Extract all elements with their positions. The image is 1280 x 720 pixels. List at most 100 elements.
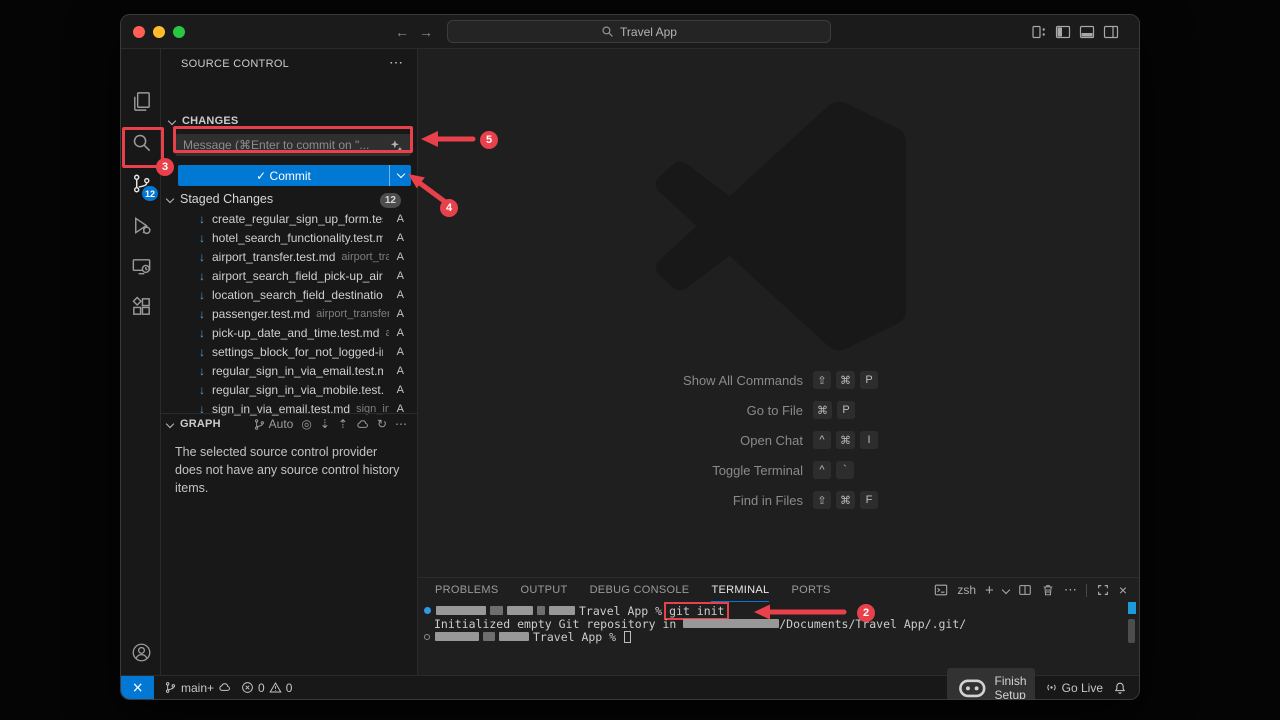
key-shift: ⇧ [813, 491, 831, 509]
minimize-window-button[interactable] [153, 26, 165, 38]
bell-icon[interactable] [1113, 681, 1127, 695]
vscode-window: ← → Travel App [120, 14, 1140, 700]
sidebar-more-icon[interactable]: ⋯ [389, 54, 403, 71]
staged-file-row[interactable]: ↓create_regular_sign_up_form.test.mdA [161, 209, 418, 228]
problems-status-item[interactable]: 0 0 [241, 681, 292, 695]
new-terminal-icon[interactable]: + [985, 582, 994, 599]
staged-file-row[interactable]: ↓regular_sign_in_via_email.test.mdsi...A [161, 361, 418, 380]
key-cmd: ⌘ [836, 491, 855, 509]
panel-more-icon[interactable]: ⋯ [1064, 582, 1077, 598]
bottom-panel: PROBLEMS OUTPUT DEBUG CONSOLE TERMINAL P… [418, 577, 1140, 677]
graph-more-icon[interactable]: ⋯ [395, 417, 407, 431]
staged-file-row[interactable]: ↓hotel_search_functionality.test.mdA [161, 228, 418, 247]
tab-terminal[interactable]: TERMINAL [711, 579, 769, 602]
git-status-added: A [397, 327, 404, 339]
key-backtick: ` [836, 461, 854, 479]
commit-message-input[interactable]: Message (⌘Enter to commit on "... [175, 134, 411, 156]
terminal-prompt: Travel App % [533, 630, 616, 644]
run-debug-icon[interactable] [121, 205, 161, 245]
toggle-panel-icon[interactable] [1079, 24, 1095, 40]
staged-file-icon: ↓ [199, 212, 212, 226]
tab-debug-console[interactable]: DEBUG CONSOLE [590, 579, 690, 601]
accounts-icon[interactable] [121, 632, 161, 672]
zoom-window-button[interactable] [173, 26, 185, 38]
shortcut-row: Find in Files ⇧⌘F [418, 485, 1140, 515]
cloud-icon[interactable] [356, 418, 369, 431]
maximize-panel-icon[interactable] [1096, 583, 1110, 597]
commit-button-label: Commit [270, 169, 311, 183]
tab-problems[interactable]: PROBLEMS [435, 579, 499, 601]
staged-file-icon: ↓ [199, 288, 212, 302]
extensions-icon[interactable] [121, 286, 161, 326]
staged-file-row[interactable]: ↓airport_search_field_pick-up_airpor...A [161, 266, 418, 285]
target-icon[interactable]: ◎ [301, 417, 311, 431]
terminal-output: Initialized empty Git repository in [434, 617, 683, 631]
terminal-prompt: Travel App % [579, 604, 662, 618]
customize-layout-icon[interactable] [1031, 24, 1047, 40]
scm-count-badge: 12 [142, 186, 158, 201]
staged-changes-header[interactable]: Staged Changes [167, 192, 412, 206]
staged-file-row[interactable]: ↓airport_transfer.test.mdairport_trans..… [161, 247, 418, 266]
explorer-icon[interactable] [121, 81, 161, 121]
staged-file-row[interactable]: ↓pick-up_date_and_time.test.mdairp...A [161, 323, 418, 342]
redacted-text [435, 632, 479, 641]
commit-dropdown-button[interactable] [389, 165, 411, 186]
nav-forward-icon[interactable]: → [419, 23, 433, 41]
commit-button[interactable]: ✓ Commit [178, 165, 411, 186]
remote-indicator[interactable] [121, 676, 154, 700]
refresh-icon[interactable]: ↻ [377, 417, 387, 431]
git-status-added: A [397, 289, 404, 301]
close-panel-icon[interactable]: × [1119, 582, 1127, 598]
finish-setup-label: Finish Setup [995, 674, 1027, 701]
editor-area: Show All Commands ⇧⌘P Go to File ⌘P Open… [418, 49, 1140, 577]
staged-file-icon: ↓ [199, 231, 212, 245]
fetch-icon[interactable]: ⇣ [320, 417, 330, 431]
shell-label: zsh [957, 583, 976, 597]
terminal-dropdown-icon[interactable] [1002, 586, 1010, 594]
staged-file-icon: ↓ [199, 307, 212, 321]
graph-auto-toggle[interactable]: Auto [253, 417, 294, 431]
tab-output[interactable]: OUTPUT [521, 579, 568, 601]
go-live-item[interactable]: Go Live [1045, 681, 1103, 695]
source-control-sidebar: SOURCE CONTROL ⋯ CHANGES Message (⌘Enter… [161, 49, 418, 677]
toggle-secondary-sidebar-icon[interactable] [1103, 24, 1119, 40]
command-center-search[interactable]: Travel App [447, 20, 831, 43]
branch-status-item[interactable]: main+ [164, 681, 231, 695]
staged-file-row[interactable]: ↓regular_sign_in_via_mobile.test.md...A [161, 380, 418, 399]
redacted-text [490, 606, 503, 615]
sparkle-icon[interactable] [390, 139, 403, 152]
terminal-scrollbar[interactable] [1128, 619, 1135, 643]
broadcast-icon [1045, 681, 1058, 694]
staged-file-row[interactable]: ↓sign_in_via_email.test.mdsign_in_fo...A [161, 399, 418, 418]
nav-back-icon[interactable]: ← [395, 23, 409, 41]
activity-bar: 12 1 [121, 49, 161, 677]
command-decoration-icon[interactable] [424, 634, 430, 640]
staged-file-row[interactable]: ↓settings_block_for_not_logged-in_u...A [161, 342, 418, 361]
publish-cloud-icon [218, 681, 231, 694]
key-i: I [860, 431, 878, 449]
remote-explorer-icon[interactable] [121, 246, 161, 286]
chevron-down-icon [168, 117, 176, 125]
staged-file-list: ↓create_regular_sign_up_form.test.mdA ↓h… [161, 209, 418, 418]
toggle-primary-sidebar-icon[interactable] [1055, 24, 1071, 40]
chevron-down-icon [396, 170, 404, 178]
search-view-icon[interactable] [121, 122, 161, 162]
kill-terminal-icon[interactable] [1041, 583, 1055, 597]
changes-section-header[interactable]: CHANGES [169, 115, 238, 127]
finish-setup-item[interactable]: Finish Setup [947, 668, 1035, 700]
push-icon[interactable]: ⇡ [338, 417, 348, 431]
git-status-added: A [397, 213, 404, 225]
close-window-button[interactable] [133, 26, 145, 38]
redacted-text [507, 606, 533, 615]
terminal-content[interactable]: Travel App % git init Initialized empty … [418, 604, 1123, 643]
search-label: Travel App [620, 25, 677, 39]
shortcut-row: Go to File ⌘P [418, 395, 1140, 425]
staged-file-row[interactable]: ↓location_search_field_destination_l...A [161, 285, 418, 304]
source-control-icon[interactable]: 12 [121, 163, 161, 203]
git-status-added: A [397, 308, 404, 320]
staged-file-row[interactable]: ↓passenger.test.mdairport_transfer_s...A [161, 304, 418, 323]
tab-ports[interactable]: PORTS [791, 579, 830, 601]
split-terminal-icon[interactable] [1018, 583, 1032, 597]
command-decoration-success-icon[interactable] [424, 607, 431, 614]
shortcut-row: Toggle Terminal ^` [418, 455, 1140, 485]
